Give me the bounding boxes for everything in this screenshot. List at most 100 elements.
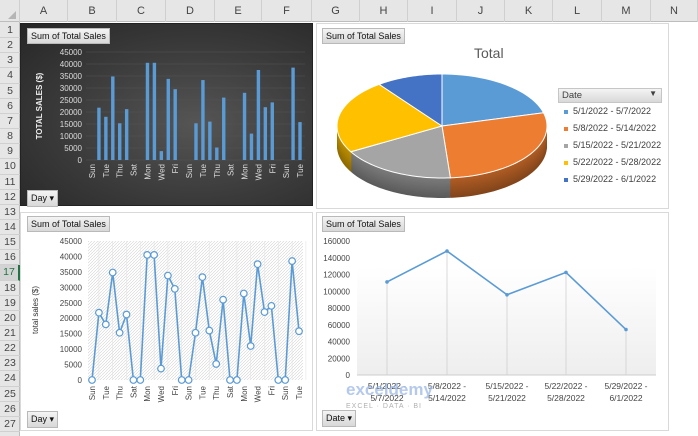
data-point-marker bbox=[226, 376, 234, 384]
legend-label: 5/8/2022 - 5/14/2022 bbox=[573, 123, 657, 133]
x-tick-label: Mon bbox=[241, 164, 250, 180]
y-tick-label: 140000 bbox=[323, 254, 350, 263]
y-tick-label: 15000 bbox=[60, 120, 83, 129]
bar bbox=[173, 89, 177, 160]
x-tick-label: Mon bbox=[240, 386, 249, 402]
x-tick-label: Sun bbox=[185, 164, 194, 178]
bar bbox=[118, 123, 122, 160]
data-point-marker bbox=[101, 320, 110, 329]
bar bbox=[124, 109, 129, 160]
y-tick-label: 30000 bbox=[60, 84, 83, 93]
data-point-marker bbox=[184, 376, 193, 384]
day-filter-button[interactable]: Day bbox=[27, 411, 59, 428]
x-tick-label: 6/1/2022 bbox=[609, 393, 642, 403]
x-tick-label: Sun bbox=[281, 386, 290, 400]
y-tick-label: 35000 bbox=[60, 268, 83, 277]
legend-item[interactable]: 5/29/2022 - 6/1/2022 bbox=[558, 171, 662, 188]
x-tick-label: 5/8/2022 - bbox=[428, 381, 466, 391]
x-tick-label: 5/21/2022 bbox=[488, 393, 526, 403]
field-button-sum-of-total-sales[interactable]: Sum of Total Sales bbox=[322, 28, 405, 44]
y-tick-label: 120000 bbox=[323, 271, 350, 280]
legend-label: 5/29/2022 - 6/1/2022 bbox=[573, 174, 657, 184]
y-tick-label: 10000 bbox=[60, 345, 83, 354]
legend-item[interactable]: 5/8/2022 - 5/14/2022 bbox=[558, 120, 662, 137]
x-tick-label: Thu bbox=[116, 164, 125, 178]
field-button-sum-of-total-sales[interactable]: Sum of Total Sales bbox=[322, 216, 405, 232]
pie-title: Total bbox=[474, 45, 504, 61]
legend-item[interactable]: 5/1/2022 - 5/7/2022 bbox=[558, 103, 662, 120]
legend-date-filter-button[interactable]: Date ▼ bbox=[558, 88, 662, 103]
legend-swatch bbox=[564, 177, 568, 182]
legend-swatch bbox=[564, 109, 568, 114]
bar bbox=[145, 62, 150, 160]
y-axis-title: total sales ($) bbox=[31, 286, 40, 334]
y-tick-label: 60000 bbox=[328, 321, 351, 330]
field-button-sum-of-total-sales[interactable]: Sum of Total Sales bbox=[27, 28, 110, 44]
day-filter-button[interactable]: Day bbox=[27, 190, 59, 207]
legend-swatch bbox=[564, 126, 568, 131]
data-point-marker bbox=[143, 250, 152, 259]
plot-area bbox=[357, 266, 656, 375]
x-tick-label: Sat bbox=[227, 163, 236, 176]
x-tick-label: Sat bbox=[129, 385, 138, 398]
field-button-sum-of-total-sales[interactable]: Sum of Total Sales bbox=[27, 216, 110, 232]
data-point-marker bbox=[295, 327, 303, 336]
legend-item[interactable]: 5/22/2022 - 5/28/2022 bbox=[558, 154, 662, 171]
bar bbox=[249, 133, 254, 160]
y-tick-label: 80000 bbox=[328, 304, 351, 313]
x-tick-label: Sat bbox=[130, 163, 139, 176]
data-point-marker bbox=[205, 326, 214, 335]
dropdown-arrow-icon: ▼ bbox=[649, 89, 657, 98]
data-point-marker bbox=[157, 364, 165, 373]
y-tick-label: 45000 bbox=[60, 48, 83, 57]
bar bbox=[263, 107, 268, 160]
y-tick-label: 20000 bbox=[328, 354, 351, 363]
x-tick-label: Thu bbox=[212, 386, 221, 400]
legend-swatch bbox=[564, 143, 568, 148]
bar bbox=[111, 76, 115, 160]
x-tick-label: Wed bbox=[157, 386, 166, 402]
bar bbox=[242, 92, 247, 160]
data-point-marker bbox=[288, 257, 297, 265]
y-tick-label: 25000 bbox=[60, 299, 83, 308]
x-tick-label: 5/22/2022 - bbox=[544, 381, 587, 391]
x-tick-label: Mon bbox=[143, 164, 152, 180]
data-point-marker bbox=[281, 376, 290, 384]
legend-label: 5/1/2022 - 5/7/2022 bbox=[573, 106, 652, 116]
y-tick-label: 20000 bbox=[60, 314, 83, 323]
x-tick-label: Tue bbox=[102, 385, 111, 399]
data-point-marker bbox=[219, 295, 228, 304]
data-point bbox=[385, 280, 389, 284]
x-tick-label: Sun bbox=[282, 164, 291, 178]
y-tick-label: 5000 bbox=[64, 144, 82, 153]
bar bbox=[270, 102, 274, 160]
data-point-marker bbox=[115, 328, 124, 337]
x-tick-label: Fri bbox=[171, 386, 180, 396]
data-point-marker bbox=[191, 328, 200, 337]
bar bbox=[201, 80, 205, 160]
data-point-marker bbox=[150, 250, 159, 259]
x-tick-label: 5/14/2022 bbox=[428, 393, 466, 403]
data-point-marker bbox=[246, 342, 255, 350]
x-tick-label: 5/28/2022 bbox=[547, 393, 585, 403]
y-axis-title: TOTAL SALES ($) bbox=[35, 72, 44, 139]
x-tick-label: Wed bbox=[254, 164, 263, 180]
x-tick-label: 5/15/2022 - bbox=[485, 381, 528, 391]
bar bbox=[97, 107, 101, 160]
watermark-tagline: EXCEL · DATA · BI bbox=[346, 403, 422, 410]
data-point-marker bbox=[177, 376, 186, 384]
y-tick-label: 25000 bbox=[60, 96, 83, 105]
bar bbox=[194, 123, 198, 160]
data-point-marker bbox=[163, 271, 172, 280]
y-tick-label: 20000 bbox=[60, 108, 83, 117]
legend-swatch bbox=[564, 160, 568, 165]
x-tick-label: Mon bbox=[143, 386, 152, 402]
legend-item[interactable]: 5/15/2022 - 5/21/2022 bbox=[558, 137, 662, 154]
x-tick-label: Fri bbox=[267, 386, 276, 396]
x-tick-label: Fri bbox=[171, 164, 180, 174]
pie-legend: Date ▼ 5/1/2022 - 5/7/2022 5/8/2022 - 5/14… bbox=[558, 88, 662, 188]
data-point bbox=[564, 270, 568, 275]
data-point-marker bbox=[267, 301, 276, 310]
y-tick-label: 45000 bbox=[60, 237, 83, 246]
date-filter-button[interactable]: Date bbox=[322, 410, 357, 427]
